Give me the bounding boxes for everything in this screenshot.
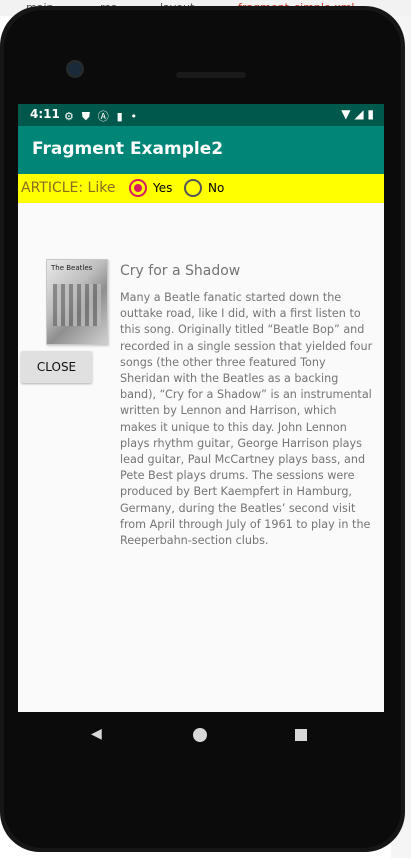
battery-icon: ▮ [367, 107, 374, 121]
home-icon[interactable] [193, 728, 207, 742]
song-title: Cry for a Shadow [120, 263, 241, 279]
shield-icon: ⛊ [81, 110, 90, 123]
status-time: 4:11 [30, 107, 60, 121]
status-icons: ⚙ ⛊ Ⓐ ▮ • [64, 108, 141, 124]
a-icon: Ⓐ [97, 110, 109, 123]
article-like-bar: ARTICLE: Like Yes No [18, 174, 384, 203]
dot-icon: • [130, 110, 138, 123]
android-nav-bar: ◀ [18, 712, 384, 760]
recents-icon[interactable] [295, 729, 307, 741]
status-right-icons: ▼ ◢ ▮ [341, 107, 374, 121]
album-art-bands [53, 284, 101, 326]
app-screen: 4:11 ⚙ ⛊ Ⓐ ▮ • ▼ ◢ ▮ Fragment Example2 A… [18, 104, 384, 712]
radio-no-label: No [208, 181, 225, 195]
radio-yes-label: Yes [153, 181, 173, 195]
back-icon[interactable]: ◀ [91, 726, 102, 742]
earpiece-speaker [176, 72, 246, 78]
wifi-icon: ▼ [341, 107, 351, 121]
sd-card-icon: ▮ [116, 110, 123, 123]
status-bar: 4:11 ⚙ ⛊ Ⓐ ▮ • ▼ ◢ ▮ [18, 104, 384, 126]
radio-button-checked-icon [129, 179, 147, 197]
gear-icon: ⚙ [64, 110, 74, 123]
song-description: Many a Beatle fanatic started down the o… [120, 291, 373, 548]
album-logo-text: The Beatles [51, 264, 93, 272]
close-button[interactable]: CLOSE [21, 351, 92, 383]
album-cover-image: The Beatles [46, 259, 108, 345]
article-like-label: ARTICLE: Like [21, 180, 116, 196]
front-camera [66, 60, 84, 78]
app-bar: Fragment Example2 [18, 126, 384, 174]
signal-icon: ◢ [354, 107, 364, 121]
app-title: Fragment Example2 [32, 139, 224, 159]
radio-button-unchecked-icon [184, 179, 202, 197]
